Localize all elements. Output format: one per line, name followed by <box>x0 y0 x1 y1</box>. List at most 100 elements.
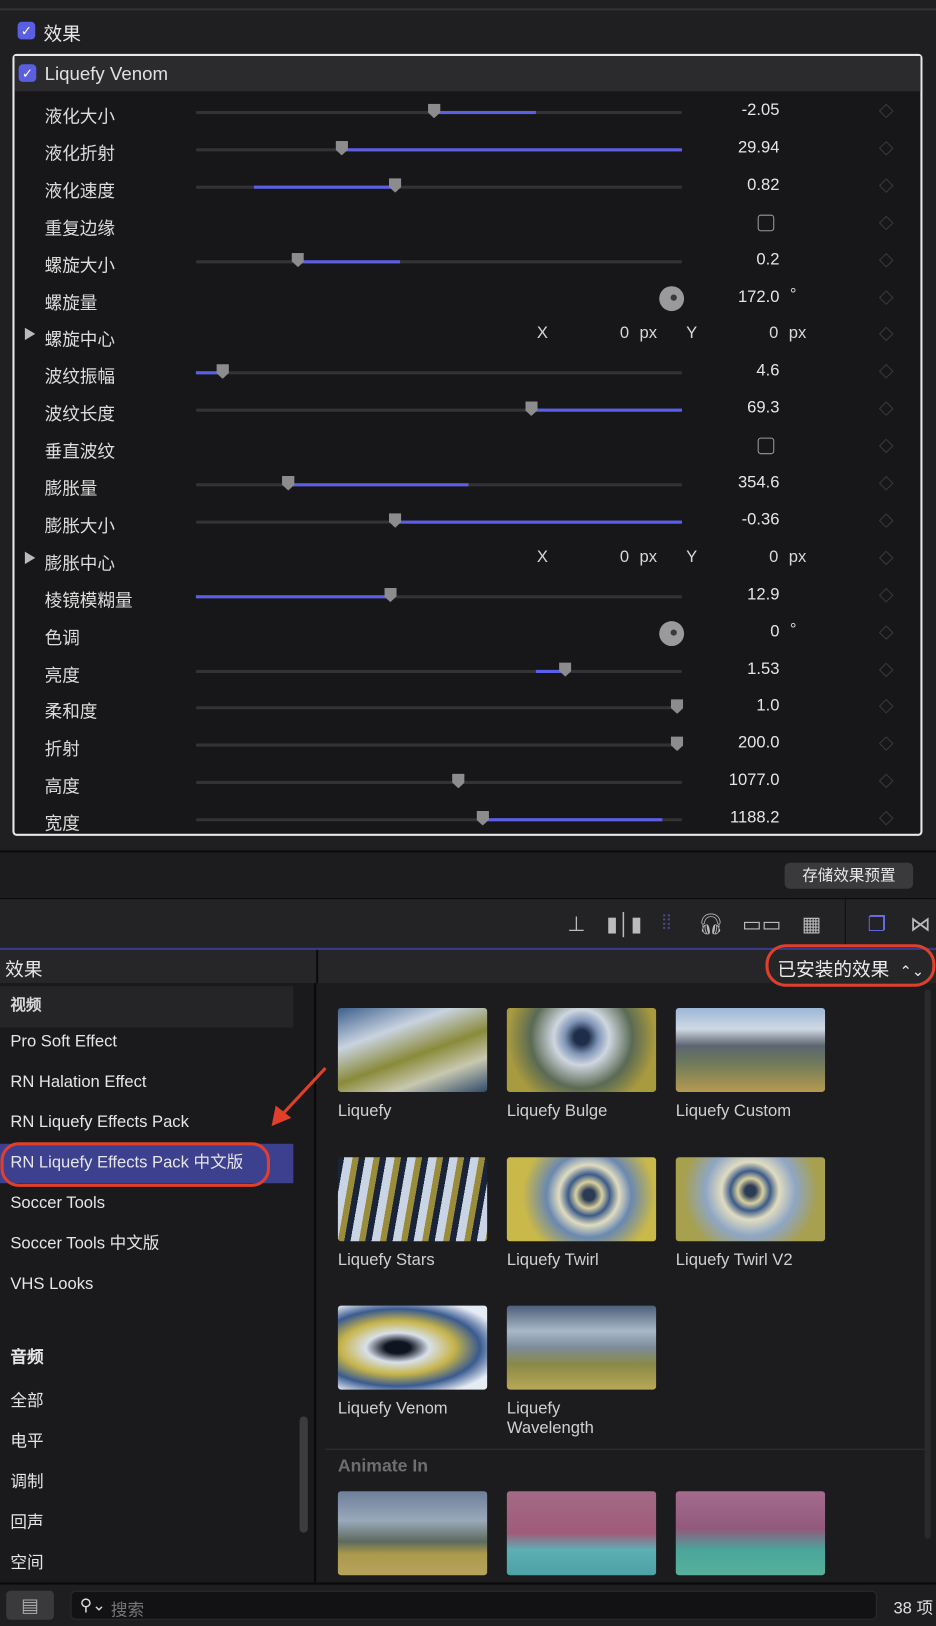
insert-clip-icon[interactable]: ▮│▮ <box>606 912 642 938</box>
keyframe-icon[interactable] <box>878 587 894 603</box>
param-value[interactable]: 354.6 <box>738 474 780 493</box>
param-slider[interactable] <box>195 699 684 714</box>
effect-thumbnail[interactable] <box>506 1305 657 1390</box>
param-slider[interactable] <box>195 587 683 603</box>
keyframe-icon[interactable] <box>878 810 894 826</box>
effects-browser-icon[interactable]: ❐ <box>862 912 891 938</box>
effect-label[interactable]: Liquefy Venom <box>338 1399 504 1419</box>
y-value[interactable]: 0 <box>769 548 778 567</box>
effect-thumbnail[interactable] <box>506 1491 657 1576</box>
disclosure-triangle-icon[interactable] <box>24 328 36 341</box>
slider-knob[interactable] <box>335 140 348 156</box>
slider-knob[interactable] <box>525 401 538 417</box>
param-value[interactable]: 1.0 <box>756 697 779 716</box>
effect-label[interactable]: Liquefy Bulge <box>507 1101 673 1121</box>
keyframe-icon[interactable] <box>878 438 894 454</box>
search-field[interactable]: ⚲⌄ 搜索 <box>70 1590 877 1620</box>
sidebar-toggle-icon[interactable]: ▤ <box>6 1590 54 1620</box>
sidebar-item[interactable]: 音频 <box>0 1339 293 1378</box>
x-value[interactable]: 0 <box>620 325 629 344</box>
param-slider[interactable] <box>195 773 683 789</box>
slider-knob[interactable] <box>216 364 229 379</box>
effects-checkbox[interactable]: ✓ <box>17 21 36 40</box>
effect-thumbnail[interactable] <box>675 1491 826 1576</box>
slider-knob[interactable] <box>670 736 684 752</box>
slider-knob[interactable] <box>388 178 402 193</box>
keyframe-icon[interactable] <box>878 289 894 305</box>
keyframe-icon[interactable] <box>878 252 894 268</box>
param-value[interactable]: 0.2 <box>756 251 779 270</box>
sidebar-item[interactable]: RN Liquefy Effects Pack <box>0 1103 293 1142</box>
slider-knob[interactable] <box>476 811 489 826</box>
param-value[interactable]: -2.05 <box>742 102 780 121</box>
connect-clip-icon[interactable]: ⊥ <box>562 912 591 938</box>
effect-label[interactable]: Liquefy Stars <box>338 1250 504 1270</box>
param-value[interactable]: 1188.2 <box>730 809 779 828</box>
slider-knob[interactable] <box>670 699 684 714</box>
slider-knob[interactable] <box>384 587 397 603</box>
sidebar-item[interactable]: Pro Soft Effect <box>0 1022 293 1061</box>
keyframe-icon[interactable] <box>878 475 894 491</box>
param-value[interactable]: 200.0 <box>738 735 780 754</box>
param-slider[interactable] <box>195 513 683 528</box>
save-preset-button[interactable]: 存储效果预置 <box>784 862 914 889</box>
sidebar-item[interactable]: 回声 <box>0 1504 293 1543</box>
sidebar-item[interactable]: 空间 <box>0 1544 293 1583</box>
keyframe-icon[interactable] <box>878 662 894 677</box>
param-value[interactable]: 4.6 <box>756 362 779 381</box>
y-value[interactable]: 0 <box>769 325 778 344</box>
keyframe-icon[interactable] <box>878 550 894 566</box>
slider-knob[interactable] <box>559 662 572 677</box>
param-slider[interactable] <box>195 401 683 417</box>
param-value[interactable]: 69.3 <box>747 399 779 418</box>
film-icon[interactable]: ▦ <box>797 912 826 938</box>
headphones-icon[interactable]: 🎧︎ <box>697 912 726 938</box>
keyframe-icon[interactable] <box>878 401 894 417</box>
param-value[interactable]: 0.82 <box>747 176 779 195</box>
slider-knob[interactable] <box>291 252 305 268</box>
param-value[interactable]: 12.9 <box>747 586 779 605</box>
video-header[interactable]: 视频 <box>0 986 294 1028</box>
sidebar-item[interactable]: Soccer Tools 中文版 <box>0 1225 293 1264</box>
param-slider[interactable] <box>195 178 683 193</box>
effect-label[interactable]: Liquefy Custom <box>676 1101 842 1121</box>
angle-dial[interactable] <box>659 285 685 311</box>
sidebar-item[interactable]: RN Liquefy Effects Pack 中文版 <box>0 1143 294 1184</box>
sidebar-scrollbar[interactable] <box>299 1416 308 1533</box>
slider-knob[interactable] <box>282 475 295 491</box>
filter-popup[interactable]: 已安装的效果 ⌃⌄ <box>777 955 924 982</box>
param-slider[interactable] <box>195 252 683 268</box>
effect-thumbnail[interactable] <box>675 1007 826 1092</box>
snapping-icon[interactable]: ▭▭ <box>742 912 781 938</box>
param-slider[interactable] <box>195 475 683 491</box>
effect-label[interactable]: Liquefy Twirl V2 <box>676 1250 842 1270</box>
effect-thumbnail[interactable] <box>337 1491 488 1576</box>
effect-thumbnail[interactable] <box>506 1156 657 1241</box>
param-slider[interactable] <box>195 811 683 826</box>
param-checkbox[interactable] <box>757 214 775 231</box>
keyframe-icon[interactable] <box>878 178 894 193</box>
param-slider[interactable] <box>195 736 684 752</box>
transitions-browser-icon[interactable]: ⋈ <box>906 912 935 938</box>
audio-waveform-icon[interactable]: ⦙⦙ <box>652 912 681 936</box>
sidebar-item[interactable]: 调制 <box>0 1463 293 1502</box>
effect-label[interactable]: Liquefy Twirl <box>507 1250 673 1270</box>
effect-header[interactable]: ✓ Liquefy Venom <box>14 55 921 92</box>
keyframe-icon[interactable] <box>878 736 894 752</box>
param-slider[interactable] <box>195 140 683 156</box>
grid-scrollbar[interactable] <box>924 989 931 1539</box>
param-value[interactable]: 172.0 <box>738 288 780 307</box>
sidebar-item[interactable]: VHS Looks <box>0 1265 293 1304</box>
param-value[interactable]: 1077.0 <box>729 772 780 791</box>
sidebar-item[interactable]: 电平 <box>0 1423 293 1462</box>
effect-thumbnail[interactable] <box>337 1007 488 1092</box>
sidebar-item[interactable]: 全部 <box>0 1382 293 1421</box>
param-value[interactable]: 0 <box>770 623 779 642</box>
keyframe-icon[interactable] <box>878 513 894 528</box>
keyframe-icon[interactable] <box>878 326 894 342</box>
param-value[interactable]: -0.36 <box>742 511 780 530</box>
param-value[interactable]: 1.53 <box>747 660 779 679</box>
effect-enable-checkbox[interactable]: ✓ <box>18 64 37 82</box>
keyframe-icon[interactable] <box>878 103 894 119</box>
effect-label[interactable]: Liquefy Wavelength <box>507 1399 621 1438</box>
